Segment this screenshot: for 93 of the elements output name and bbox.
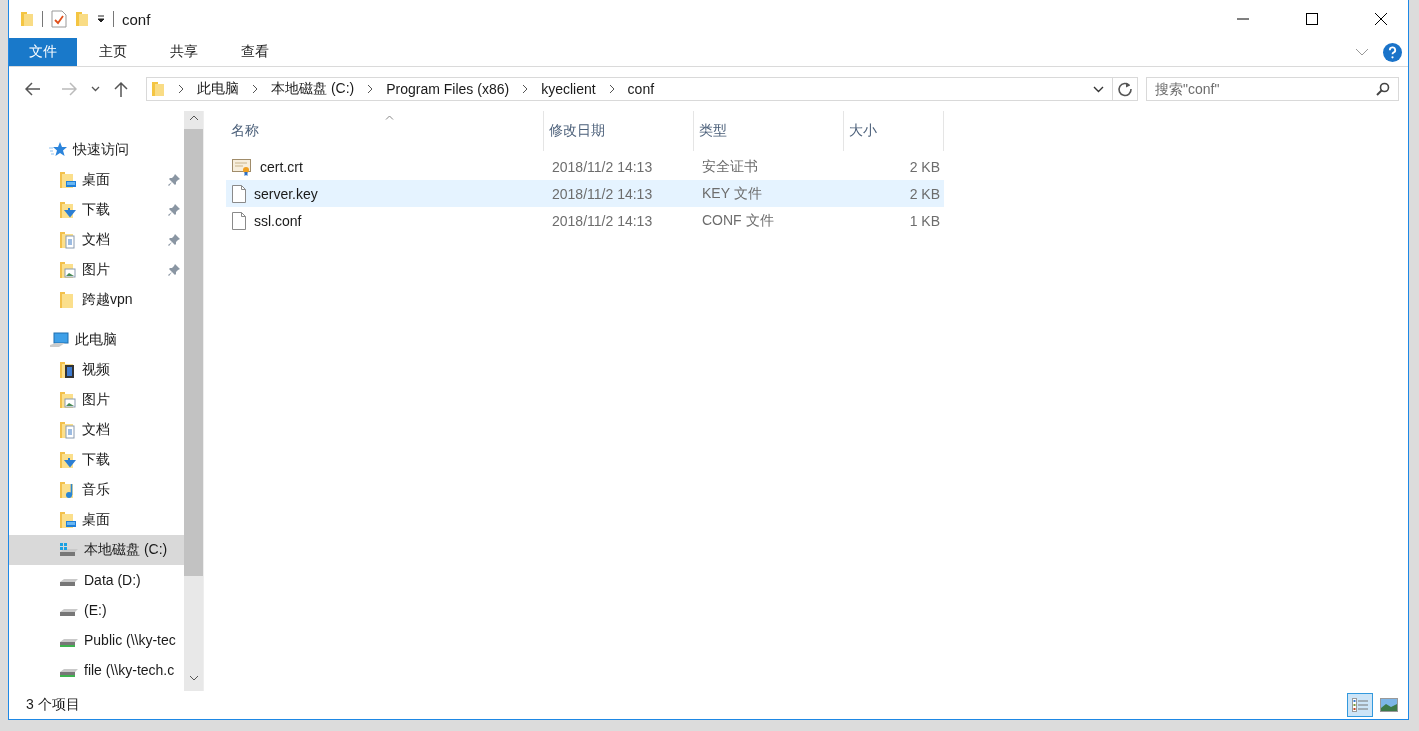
scroll-down-icon[interactable] (188, 675, 199, 681)
column-header[interactable]: 类型 (694, 111, 844, 151)
sidebar-item[interactable]: 跨越vpn (9, 285, 184, 315)
folder-picture-icon (60, 261, 76, 279)
pin-icon[interactable] (168, 204, 180, 216)
folder-picture-icon (60, 391, 76, 409)
file-name: server.key (254, 185, 318, 202)
sidebar-item[interactable]: 此电脑 (9, 325, 184, 355)
file-size: 1 KB (908, 212, 941, 229)
scrollbar-thumb[interactable] (184, 129, 203, 576)
chevron-down-icon[interactable] (91, 86, 100, 92)
close-icon[interactable] (1374, 12, 1388, 26)
file-type: CONF 文件 (701, 211, 775, 230)
sidebar-item[interactable]: 文档 (9, 415, 184, 445)
sidebar-item[interactable]: 快速访问 (9, 135, 184, 165)
pin-icon[interactable] (168, 174, 180, 186)
scroll-up-icon[interactable] (188, 115, 199, 121)
back-arrow-icon[interactable] (25, 82, 41, 96)
folder-film-icon (60, 361, 76, 379)
sort-caret-icon (384, 115, 394, 120)
file-type: 安全证书 (701, 157, 759, 176)
maximize-icon[interactable] (1305, 12, 1319, 26)
folder-icon (60, 291, 76, 309)
item-count: 3 个项目 (26, 696, 80, 714)
computer-icon (49, 332, 69, 348)
sidebar-item[interactable]: 文档 (9, 225, 184, 255)
sidebar-item[interactable]: 图片 (9, 255, 184, 285)
sidebar-item[interactable]: Public (\\ky-tec (9, 625, 184, 655)
details-view-icon (1352, 698, 1368, 712)
file-name: cert.crt (260, 158, 303, 175)
folder-screen-icon (60, 511, 76, 529)
large-icons-view-icon (1380, 698, 1398, 712)
certificate-icon (232, 157, 252, 176)
dropdown-icon[interactable] (97, 15, 105, 23)
chevron-right-icon[interactable] (252, 84, 258, 94)
folder-document-icon (60, 421, 76, 439)
ribbon-tab[interactable]: 主页 (77, 38, 148, 66)
breadcrumb[interactable]: Program Files (x86) (386, 81, 510, 97)
help-icon[interactable] (1383, 42, 1402, 62)
ribbon-tab[interactable]: 共享 (148, 38, 219, 66)
chevron-right-icon[interactable] (608, 84, 615, 94)
file-icon (232, 184, 246, 203)
file-row[interactable]: server.key 2018/11/2 14:13 KEY 文件 2 KB (226, 180, 944, 207)
sidebar-item[interactable]: Data (D:) (9, 565, 184, 595)
sidebar-item[interactable]: (E:) (9, 595, 184, 625)
folder-icon (151, 81, 165, 97)
sidebar-item[interactable]: file (\\ky-tech.c (9, 655, 184, 685)
sidebar-item[interactable]: 音乐 (9, 475, 184, 505)
search-icon[interactable] (1376, 82, 1390, 96)
sidebar-item[interactable]: 本地磁盘 (C:) (9, 535, 184, 565)
modified-date: 2018/11/2 14:13 (551, 212, 654, 229)
checklist-icon[interactable] (51, 10, 67, 28)
folder-document-icon (60, 231, 76, 249)
sidebar-item[interactable]: 下载 (9, 195, 184, 225)
breadcrumb[interactable]: 本地磁盘 (C:) (271, 80, 355, 98)
star-icon (49, 142, 67, 158)
search-field[interactable]: 搜索"conf" (1146, 77, 1399, 101)
modified-date: 2018/11/2 14:13 (551, 158, 654, 175)
up-arrow-icon[interactable] (114, 81, 128, 97)
column-header[interactable]: 修改日期 (544, 111, 694, 151)
breadcrumb[interactable]: kyeclient (541, 81, 596, 97)
drive-windows-icon (60, 543, 78, 557)
sidebar-item[interactable]: 桌面 (9, 165, 184, 195)
address-bar[interactable]: 此电脑 本地磁盘 (C:) Program Files (x86) kyeclient conf (146, 77, 1138, 101)
file-icon (232, 211, 246, 230)
ribbon-tab[interactable]: 查看 (219, 38, 290, 66)
file-name: ssl.conf (254, 212, 302, 229)
breadcrumb[interactable]: 此电脑 (197, 80, 239, 98)
chevron-down-icon[interactable] (1093, 85, 1104, 93)
pin-icon[interactable] (168, 234, 180, 246)
file-size: 2 KB (908, 185, 941, 202)
chevron-right-icon[interactable] (367, 84, 374, 94)
ribbon-tab[interactable]: 文件 (9, 38, 77, 66)
sidebar-item[interactable]: 桌面 (9, 505, 184, 535)
file-row[interactable]: ssl.conf 2018/11/2 14:13 CONF 文件 1 KB (226, 207, 944, 234)
sidebar-item[interactable]: 视频 (9, 355, 184, 385)
file-size: 2 KB (908, 158, 941, 175)
column-header[interactable]: 大小 (844, 111, 944, 151)
file-type: KEY 文件 (701, 184, 763, 203)
file-row[interactable]: cert.crt 2018/11/2 14:13 安全证书 2 KB (226, 153, 944, 180)
chevron-right-icon[interactable] (178, 84, 184, 94)
breadcrumb[interactable]: conf (627, 81, 655, 97)
modified-date: 2018/11/2 14:13 (551, 185, 654, 202)
pin-icon[interactable] (168, 264, 180, 276)
chevron-right-icon[interactable] (522, 84, 529, 94)
details-view-button[interactable] (1347, 693, 1373, 717)
folder-note-icon (60, 481, 76, 499)
folder-screen-icon (60, 171, 76, 189)
sidebar-item[interactable]: 下载 (9, 445, 184, 475)
scrollbar[interactable] (184, 111, 203, 691)
sidebar-item[interactable]: 图片 (9, 385, 184, 415)
window-title: conf (122, 10, 151, 28)
column-header[interactable]: 名称 (226, 111, 544, 151)
